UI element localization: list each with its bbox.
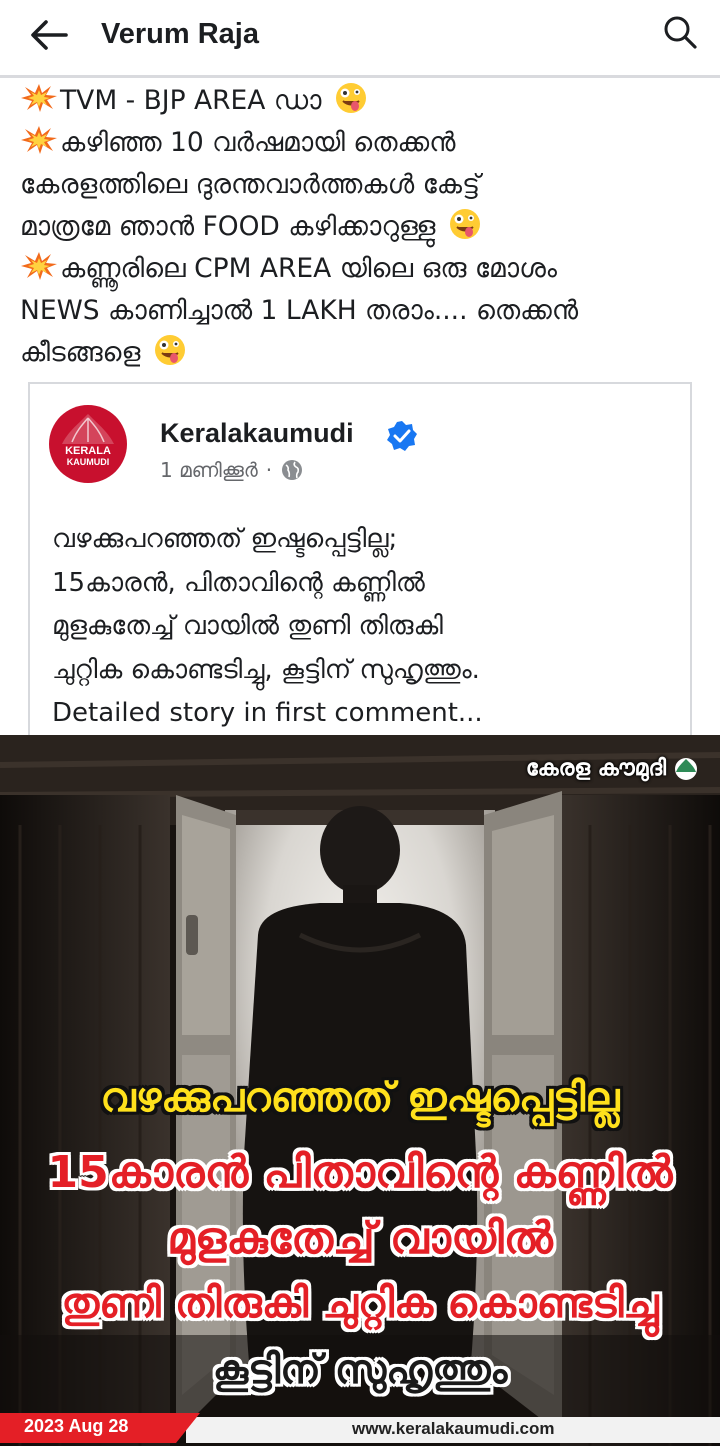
page-avatar-logo-text: KERALA bbox=[65, 445, 111, 457]
post-text: TVM - BJP AREA ഡാ കഴിഞ്ഞ 10 വർഷമായി തെക്… bbox=[20, 80, 710, 374]
collision-emoji-icon bbox=[20, 251, 58, 281]
post-line: കീടങ്ങളെ bbox=[20, 332, 710, 374]
zany-face-emoji-icon bbox=[153, 333, 187, 367]
watermark-text: കേരള കൗമുദി bbox=[525, 755, 666, 781]
post-line: കണ്ണൂരിലെ CPM AREA യിലെ ഒരു മോശം bbox=[20, 248, 710, 290]
date-tag: 2023 Aug 28 bbox=[0, 1413, 200, 1443]
card-line: Detailed story in first comment... bbox=[52, 698, 483, 728]
date-text: 2023 Aug 28 bbox=[24, 1416, 129, 1436]
collision-emoji-icon bbox=[20, 83, 58, 113]
shared-post-card[interactable]: KERALA KAUMUDI Keralakaumudi 1 മണിക്കൂർ … bbox=[28, 382, 692, 742]
post-line: കേരളത്തിലെ ദുരന്തവാർത്തകൾ കേട്ട് bbox=[20, 169, 480, 200]
zany-face-emoji-icon bbox=[448, 207, 482, 241]
page-avatar[interactable]: KERALA KAUMUDI bbox=[48, 404, 128, 484]
shared-post-text: വഴക്കുപറഞ്ഞത് ഇഷ്ടപ്പെട്ടില്ല; 15കാരൻ, പ… bbox=[52, 518, 682, 736]
website-text: www.keralakaumudi.com bbox=[352, 1419, 555, 1438]
headline-red-line: തുണി തിരുകി ചുറ്റിക കൊണ്ടടിച്ചു bbox=[61, 1279, 659, 1327]
headline-red-line: 15കാരൻ പിതാവിന്റെ കണ്ണിൽ bbox=[47, 1147, 673, 1198]
profile-title: Verum Raja bbox=[101, 18, 259, 50]
collision-emoji-icon bbox=[20, 125, 58, 155]
headline-black: കൂട്ടിന് സുഹൃത്തും bbox=[212, 1347, 508, 1393]
kaumudi-logo-icon bbox=[670, 755, 702, 781]
post-line: TVM - BJP AREA ഡാ bbox=[20, 80, 710, 122]
post-line: NEWS കാണിച്ചാൽ 1 LAKH തരാം.... തെക്കൻ bbox=[20, 295, 579, 326]
search-icon[interactable] bbox=[660, 12, 702, 54]
headline-yellow: വഴക്കുപറഞ്ഞത് ഇഷ്ടപ്പെട്ടില്ല bbox=[100, 1075, 620, 1121]
post-line: മാത്രമേ ഞാൻ FOOD കഴിക്കാറുള്ളു bbox=[20, 206, 710, 248]
globe-icon bbox=[280, 458, 304, 482]
page-name[interactable]: Keralakaumudi bbox=[160, 418, 354, 449]
card-line: മുളകുതേച്ച് വായിൽ തുണി തിരുകി bbox=[52, 611, 443, 641]
back-arrow-icon[interactable] bbox=[26, 14, 74, 56]
news-image[interactable]: കേരള കൗമുദി വഴക്കുപറഞ്ഞത് ഇഷ്ടപ്പെട്ടില്… bbox=[0, 735, 720, 1446]
post-line: കഴിഞ്ഞ 10 വർഷമായി തെക്കൻ bbox=[20, 122, 710, 164]
card-line: വഴക്കുപറഞ്ഞത് ഇഷ്ടപ്പെട്ടില്ല; bbox=[52, 524, 398, 554]
meta-separator: · bbox=[265, 458, 273, 482]
app-bar: Verum Raja bbox=[0, 0, 720, 78]
headline-red-line: മുളകുതേച്ച് വായിൽ bbox=[167, 1213, 553, 1264]
card-line: 15കാരൻ, പിതാവിന്റെ കണ്ണിൽ bbox=[52, 567, 425, 598]
page-avatar-logo-text: KAUMUDI bbox=[67, 457, 110, 467]
verified-badge-icon bbox=[386, 420, 418, 452]
post-meta: 1 മണിക്കൂർ · bbox=[160, 458, 304, 482]
zany-face-emoji-icon bbox=[334, 81, 368, 115]
post-time[interactable]: 1 മണിക്കൂർ bbox=[160, 458, 258, 482]
card-line: ചുറ്റിക കൊണ്ടടിച്ചു, കൂട്ടിന് സുഹൃത്തും. bbox=[52, 654, 480, 685]
website-bar: www.keralakaumudi.com bbox=[186, 1417, 720, 1443]
image-watermark: കേരള കൗമുദി bbox=[526, 755, 702, 781]
